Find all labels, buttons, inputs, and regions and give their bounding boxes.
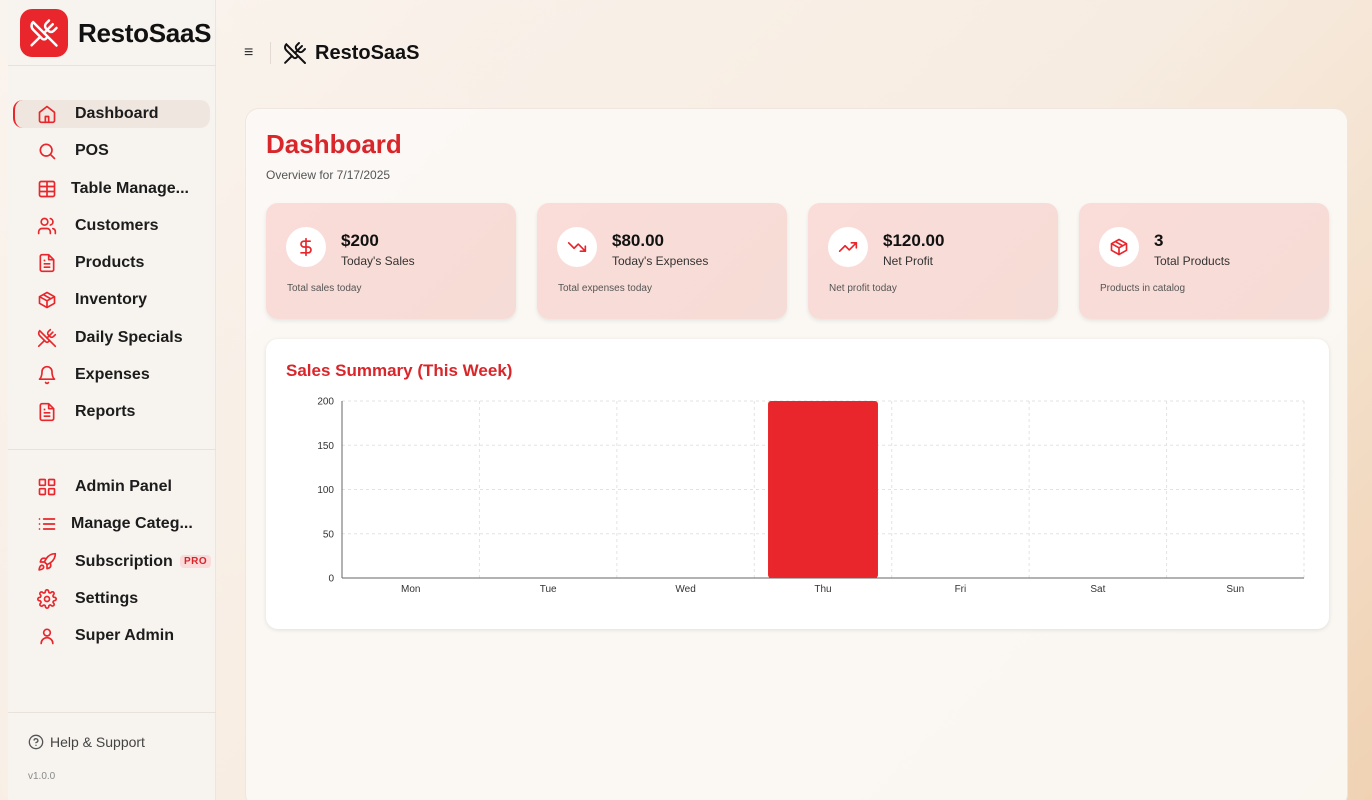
stat-description: Products in catalog [1100, 283, 1186, 294]
user-icon [40, 628, 54, 645]
utensils-crossed-icon [284, 42, 306, 64]
x-tick-label: Sat [1090, 584, 1105, 595]
divider [270, 42, 271, 64]
file-icon [39, 403, 55, 422]
x-tick-label: Sun [1226, 584, 1244, 595]
stat-value: $80.00 [612, 231, 664, 250]
help-support-link[interactable]: Help & Support [28, 734, 145, 750]
sidebar-item-subscription[interactable]: Subscription PRO [8, 548, 216, 576]
admin-nav: Admin Panel Manage Categ... Subscription… [8, 473, 216, 659]
sidebar-item-label: Expenses [75, 366, 150, 384]
brand[interactable]: RestoSaaS [20, 9, 211, 57]
list-icon [38, 518, 56, 531]
sidebar-item-label: Subscription [75, 552, 173, 570]
sidebar-item-table-management[interactable]: Table Manage... [8, 175, 216, 203]
sidebar: RestoSaaS Dashboard POS Table Manage... … [8, 0, 216, 800]
home-icon [38, 105, 56, 124]
users-icon [37, 217, 57, 235]
help-support-label: Help & Support [50, 734, 145, 750]
stat-value: 3 [1154, 231, 1164, 250]
brand-name: RestoSaaS [78, 17, 212, 48]
sidebar-item-label: Table Manage... [71, 179, 189, 197]
sidebar-item-customers[interactable]: Customers [8, 212, 216, 240]
stat-value: $120.00 [883, 231, 945, 250]
rocket-icon [38, 552, 57, 571]
utensils-crossed-icon [37, 328, 57, 347]
sidebar-item-daily-specials[interactable]: Daily Specials [8, 324, 216, 352]
sidebar-item-settings[interactable]: Settings [8, 585, 216, 613]
divider [8, 449, 216, 450]
page-title: Dashboard [266, 129, 402, 159]
y-tick-label: 50 [323, 529, 335, 540]
y-tick-label: 200 [317, 397, 334, 408]
x-tick-label: Fri [955, 584, 967, 595]
search-icon [39, 143, 56, 160]
stat-card-expenses: $80.00 Today's Expenses Total expenses t… [537, 203, 787, 319]
stat-description: Total expenses today [558, 283, 652, 294]
main-panel: Dashboard Overview for 7/17/2025 $200 To… [245, 108, 1348, 800]
box-icon [38, 292, 56, 309]
utensils-crossed-icon [20, 9, 68, 57]
stat-card-sales: $200 Today's Sales Total sales today [266, 203, 516, 319]
sidebar-item-admin-panel[interactable]: Admin Panel [8, 473, 216, 501]
divider [8, 712, 216, 713]
sidebar-item-label: Daily Specials [75, 328, 183, 346]
stat-label: Today's Expenses [612, 254, 709, 268]
y-tick-label: 100 [317, 485, 334, 496]
pro-badge: PRO [180, 554, 212, 568]
table-icon [38, 180, 56, 197]
sidebar-item-label: Reports [75, 403, 136, 421]
gear-icon [37, 588, 57, 609]
sales-summary-card: Sales Summary (This Week) 0 50 100 150 200 Mo… [266, 339, 1329, 629]
sidebar-item-inventory[interactable]: Inventory [8, 286, 216, 314]
sidebar-item-label: Dashboard [75, 105, 159, 122]
stat-label: Total Products [1154, 254, 1231, 268]
sidebar-item-pos[interactable]: POS [8, 137, 216, 165]
page-subtitle: Overview for 7/17/2025 [266, 168, 391, 182]
stat-label: Today's Sales [341, 254, 415, 268]
stat-card-products: 3 Total Products Products in catalog [1079, 203, 1329, 319]
version-label: v1.0.0 [28, 771, 56, 782]
sidebar-item-reports[interactable]: Reports [8, 398, 216, 426]
sidebar-item-label: Products [75, 254, 145, 272]
sidebar-item-label: Manage Categ... [71, 515, 193, 533]
x-tick-label: Wed [675, 584, 695, 595]
sidebar-item-products[interactable]: Products [8, 249, 216, 277]
sidebar-item-label: POS [75, 142, 109, 160]
stat-label: Net Profit [883, 254, 934, 268]
sidebar-item-label: Inventory [75, 291, 148, 309]
sidebar-item-label: Settings [75, 589, 139, 607]
stat-card-net-profit: $120.00 Net Profit Net profit today [808, 203, 1058, 319]
y-tick-label: 0 [328, 574, 334, 585]
stat-description: Total sales today [287, 283, 362, 294]
bar-thu [768, 401, 878, 578]
sidebar-item-super-admin[interactable]: Super Admin [8, 622, 216, 650]
y-tick-label: 150 [317, 441, 334, 452]
top-bar: ≡ RestoSaaS [244, 40, 420, 66]
sales-bar-chart: 0 50 100 150 200 Mon Tue Wed Thu Fri Sat Sun [317, 397, 1305, 595]
divider [8, 65, 216, 66]
x-tick-label: Mon [401, 584, 420, 595]
x-tick-label: Thu [814, 584, 831, 595]
bell-icon [38, 365, 56, 385]
sidebar-item-manage-categories[interactable]: Manage Categ... [8, 510, 216, 538]
sidebar-item-label: Super Admin [75, 627, 174, 645]
grid-icon [38, 478, 56, 496]
box-icon [1099, 227, 1139, 267]
top-title: RestoSaaS [315, 41, 420, 64]
main-nav: Dashboard POS Table Manage... Customers … [8, 100, 216, 436]
sidebar-item-label: Customers [75, 216, 159, 234]
trending-up-icon [828, 227, 868, 267]
trending-down-icon [557, 227, 597, 267]
sidebar-item-expenses[interactable]: Expenses [8, 361, 216, 389]
sidebar-item-dashboard[interactable]: Dashboard [8, 100, 216, 128]
sidebar-item-label: Admin Panel [75, 478, 172, 495]
help-circle-icon [28, 734, 44, 750]
x-tick-label: Tue [540, 584, 557, 595]
stat-description: Net profit today [829, 283, 897, 294]
dollar-icon [286, 227, 326, 267]
stat-value: $200 [341, 231, 379, 250]
file-icon [39, 254, 55, 273]
menu-icon[interactable]: ≡ [244, 44, 266, 62]
